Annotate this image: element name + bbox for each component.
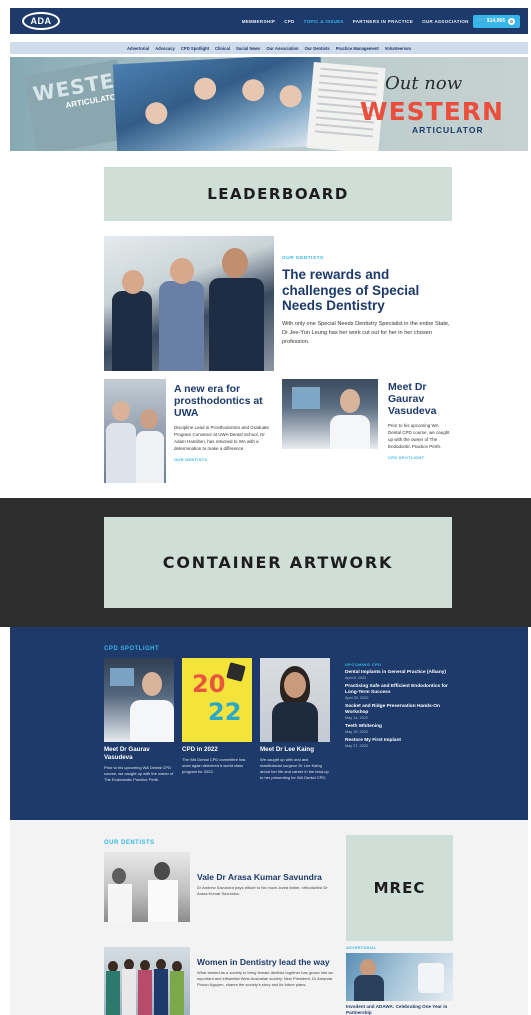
person-body [209, 278, 264, 371]
event-date: May 27, 2022 [345, 744, 369, 748]
dentist-article-title[interactable]: Vale Dr Arasa Kumar Savundra [197, 872, 333, 882]
nav-membership[interactable]: MEMBERSHIP [242, 19, 276, 24]
event-item[interactable]: Socket and Ridge Preservation Hands-On W… [345, 704, 455, 721]
nav-topics-issues[interactable]: TOPIC & ISSUES [304, 19, 344, 24]
feature-excerpt: With only one Special Needs Dentistry Sp… [282, 320, 450, 345]
person-body [159, 281, 204, 371]
event-item[interactable]: Dental Implants in General Practice (Alb… [345, 670, 455, 681]
upcoming-cpd-list: UPCOMING CPD Dental Implants in General … [345, 662, 455, 749]
card-image [104, 379, 166, 483]
advertorial-title[interactable]: Invodent and ADAWA: Celebrating One Year… [346, 1004, 453, 1015]
cart-icon: 🛒 [477, 18, 484, 24]
hero-title: WESTERN [360, 97, 504, 126]
person-body [112, 291, 152, 371]
cpd-card-title[interactable]: Meet Dr Gaurav Vasudeva [104, 746, 174, 762]
person-head [122, 270, 144, 294]
person-head [170, 258, 194, 284]
dentist-article-excerpt: What started as a society to bring femal… [197, 970, 333, 987]
cpd-card-title[interactable]: Meet Dr Lee Kaing [260, 746, 330, 754]
nav-our-association[interactable]: OUR ASSOCIATION [422, 19, 469, 24]
advertorial-image [346, 953, 453, 1001]
dentist-article-image [104, 852, 190, 922]
event-date: April 8, 2022 [345, 676, 367, 680]
card-title[interactable]: Meet Dr Gaurav Vasudeva [388, 381, 452, 417]
main-nav: MEMBERSHIP CPD TOPIC & ISSUES PARTNERS I… [242, 19, 469, 24]
cart-total: $14,965 [486, 18, 505, 24]
article-card[interactable]: Meet Dr Gaurav Vasudeva Prior to his upc… [282, 379, 452, 484]
card-excerpt: Discipline Lead in Prosthodontics and Gr… [174, 425, 270, 451]
cpd-card-excerpt: We caught up with oral and maxillofacial… [260, 757, 329, 780]
category-nav: Advertorial Advocacy CPD Spotlight Clini… [10, 42, 528, 54]
event-date: May 14, 2022 [345, 716, 369, 720]
subnav-social-news[interactable]: Social News [236, 46, 260, 51]
cpd-card-image [260, 658, 330, 742]
ada-logo[interactable]: ADA [22, 12, 60, 30]
hero-banner[interactable]: WESTERN ARTICULATOR Out now WESTERN ARTI… [10, 57, 528, 151]
subnav-our-dentists[interactable]: Our Dentists [305, 46, 330, 51]
event-name[interactable]: Socket and Ridge Preservation Hands-On W… [345, 704, 455, 716]
cpd-card[interactable]: Meet Dr Gaurav Vasudeva Prior to his upc… [104, 658, 174, 783]
cpd-card-excerpt: The WA Dental CPD committee has once aga… [182, 757, 246, 774]
event-item[interactable]: Restore My First Implant May 27, 2022 [345, 738, 455, 749]
hero-person [241, 78, 265, 102]
subnav-cpd-spotlight[interactable]: CPD Spotlight [181, 46, 209, 51]
hero-person [144, 101, 168, 125]
our-dentists-section: OUR DENTISTS Vale Dr Arasa Kumar Savundr… [10, 820, 528, 1015]
hero-out-now: Out now [385, 73, 463, 94]
dentist-article-excerpt: Dr Andrew Savundra pays tribute to his m… [197, 885, 328, 896]
cpd-card[interactable]: Meet Dr Lee Kaing We caught up with oral… [260, 658, 330, 781]
hero-surgery-photo [112, 57, 326, 151]
event-item[interactable]: Practising Safe and Efficient Endodontic… [345, 684, 455, 701]
event-item[interactable]: Teeth Whitening May 19, 2022 [345, 724, 455, 735]
cpd-spotlight-section: CPD SPOTLIGHT Meet Dr Gaurav Vasudeva Pr… [10, 627, 528, 820]
leaderboard-ad[interactable]: LEADERBOARD [104, 167, 452, 221]
cpd-card-image: 20 22 [182, 658, 252, 742]
poster-year-top: 20 [192, 670, 226, 698]
card-kicker[interactable]: CPD SPOTLIGHT [388, 455, 452, 460]
cpd-card-title[interactable]: CPD in 2022 [182, 746, 252, 754]
container-artwork-ad[interactable]: CONTAINER ARTWORK [104, 517, 452, 608]
top-header: ADA MEMBERSHIP CPD TOPIC & ISSUES PARTNE… [10, 8, 528, 34]
subnav-advocacy[interactable]: Advocacy [155, 46, 175, 51]
article-card[interactable]: A new era for prosthodontics at UWA Disc… [104, 379, 274, 484]
hero-person [279, 84, 303, 108]
event-date: April 30, 2022 [345, 696, 369, 700]
advertorial-kicker[interactable]: ADVERTORIAL [346, 946, 453, 950]
feature-image[interactable] [104, 236, 274, 371]
dentist-article[interactable]: Vale Dr Arasa Kumar Savundra Dr Andrew S… [104, 852, 344, 927]
card-title[interactable]: A new era for prosthodontics at UWA [174, 383, 274, 419]
mrec-ad[interactable]: MREC [346, 835, 453, 941]
subnav-clinical[interactable]: Clinical [215, 46, 230, 51]
card-excerpt: Prior to his upcoming WA Dental CPD cour… [388, 423, 450, 449]
person-head [222, 248, 248, 278]
hero-subtitle: ARTICULATOR [412, 125, 484, 135]
feature-kicker[interactable]: OUR DENTISTS [282, 256, 452, 261]
subnav-practice-management[interactable]: Practice Management [336, 46, 379, 51]
cpd-card-excerpt: Prior to his upcoming WA Dental CPD cour… [104, 765, 174, 782]
hero-person [193, 77, 217, 101]
cart-count-badge: 0 [508, 17, 515, 25]
card-kicker[interactable]: OUR DENTISTS [174, 457, 274, 462]
cart-button[interactable]: 🛒 $14,965 0 [472, 14, 520, 28]
dentist-article-image [104, 947, 190, 1015]
poster-year-bottom: 22 [208, 698, 242, 726]
dentist-article[interactable]: Women in Dentistry lead the way What sta… [104, 947, 344, 1015]
cpd-section-title[interactable]: CPD SPOTLIGHT [104, 646, 159, 652]
nav-cpd[interactable]: CPD [284, 19, 294, 24]
upcoming-title: UPCOMING CPD [345, 662, 382, 667]
event-name[interactable]: Practising Safe and Efficient Endodontic… [345, 684, 455, 696]
our-dentists-title[interactable]: OUR DENTISTS [104, 840, 155, 846]
cpd-card[interactable]: 20 22 CPD in 2022 The WA Dental CPD comm… [182, 658, 252, 775]
feature-title[interactable]: The rewards and challenges of Special Ne… [282, 267, 452, 314]
subnav-volunteerism[interactable]: Volunteerism [385, 46, 411, 51]
advertorial-card[interactable]: ADVERTORIAL Invodent and ADAWA: Celebrat… [346, 946, 453, 1015]
event-date: May 19, 2022 [345, 730, 369, 734]
subnav-advertorial[interactable]: Advertorial [127, 46, 149, 51]
subnav-our-association[interactable]: Our Association [266, 46, 298, 51]
card-image [282, 379, 378, 449]
nav-partners-in-practice[interactable]: PARTNERS IN PRACTICE [353, 19, 413, 24]
cpd-card-image [104, 658, 174, 742]
feature-text: OUR DENTISTS The rewards and challenges … [282, 256, 452, 347]
dentist-article-title[interactable]: Women in Dentistry lead the way [197, 957, 333, 967]
